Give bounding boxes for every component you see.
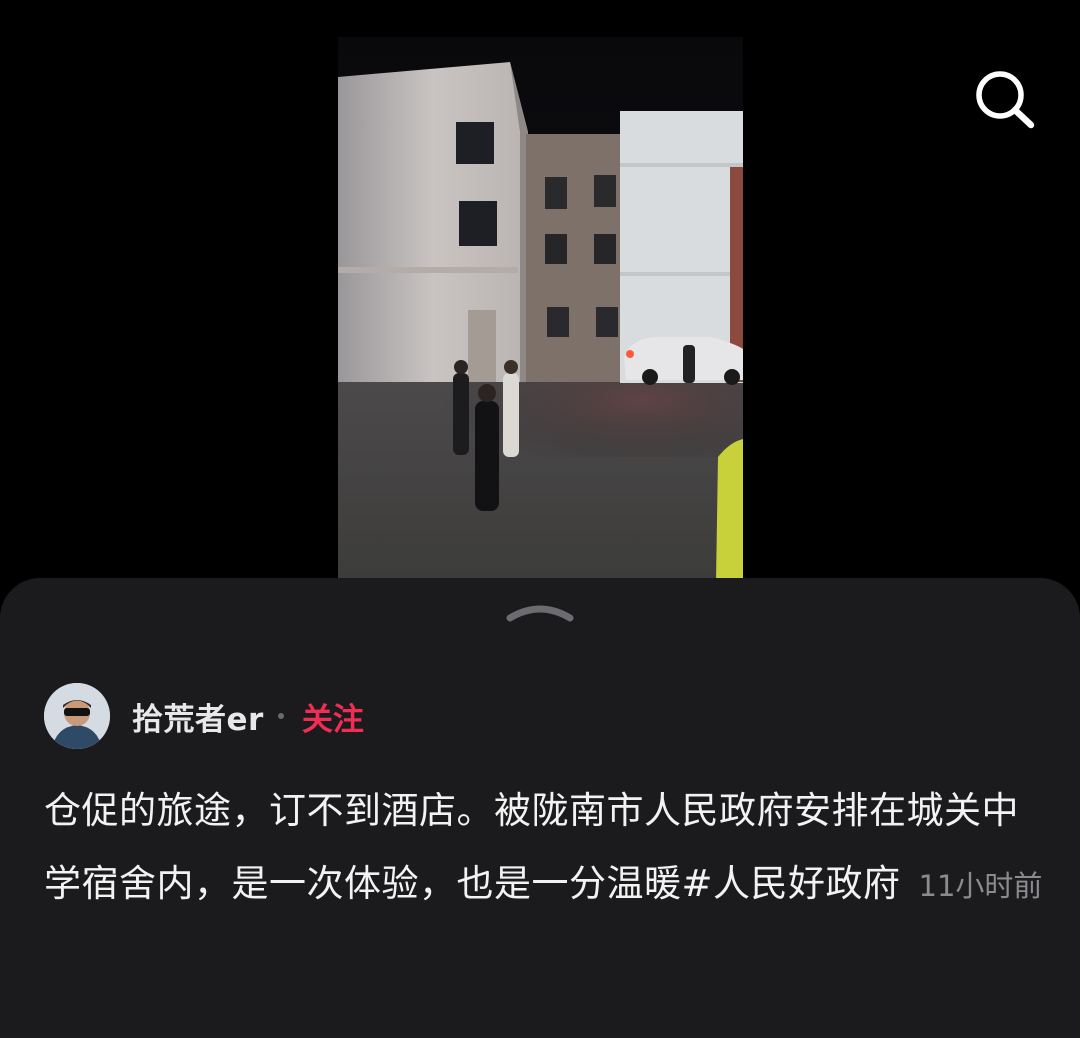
caption-text: 仓促的旅途，订不到酒店。被陇南市人民政府安排在城关中学宿舍内，是一次体验，也是一…	[44, 789, 1019, 905]
avatar-image	[44, 683, 110, 749]
video-frame	[338, 37, 743, 582]
search-icon	[976, 71, 1035, 129]
separator-dot	[277, 713, 284, 719]
author-row: 拾荒者er 关注	[44, 682, 364, 750]
post-info-sheet: 拾荒者er 关注 仓促的旅途，订不到酒店。被陇南市人民政府安排在城关中学宿舍内，…	[0, 578, 1080, 1038]
expand-sheet-handle[interactable]	[504, 598, 576, 624]
post-caption: 仓促的旅途，订不到酒店。被陇南市人民政府安排在城关中学宿舍内，是一次体验，也是一…	[44, 774, 1044, 923]
search-button[interactable]	[970, 66, 1038, 130]
post-time: 11小时前	[918, 869, 1043, 903]
chevron-up-icon	[506, 605, 574, 622]
video-player[interactable]	[338, 37, 743, 582]
follow-button[interactable]: 关注	[302, 694, 364, 739]
author-name[interactable]: 拾荒者er	[132, 694, 264, 739]
avatar[interactable]	[44, 683, 110, 749]
